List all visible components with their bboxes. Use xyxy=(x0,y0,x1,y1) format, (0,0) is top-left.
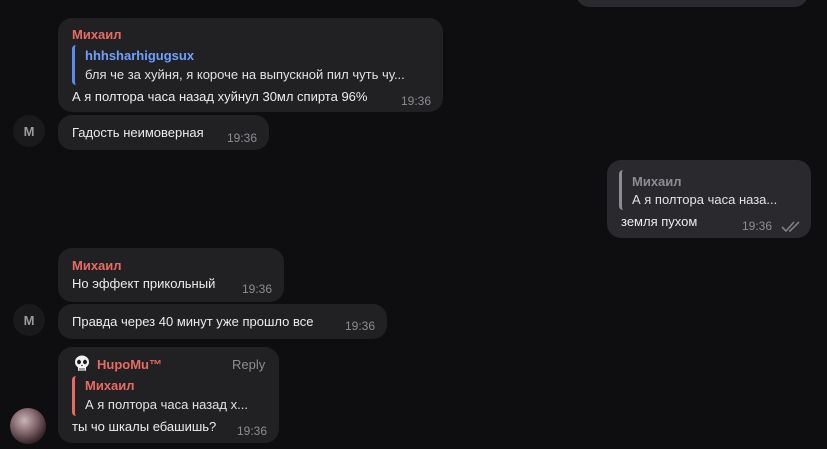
message-time: 19:36 xyxy=(401,94,432,108)
reply-quote[interactable]: Михаил А я полтора часа наза... xyxy=(619,170,799,210)
avatar[interactable]: M xyxy=(13,304,45,336)
message-text: Гадость неимоверная xyxy=(72,125,204,140)
reply-quote-text: А я полтора часа назад х... xyxy=(85,397,248,412)
reply-button[interactable]: Reply xyxy=(232,357,265,372)
message-time: 19:36 xyxy=(237,424,268,438)
message-text: Но эффект прикольный xyxy=(72,276,216,291)
reply-quote-text: А я полтора часа наза... xyxy=(632,192,778,207)
reply-quote-text: бля че за хуйня, я короче на выпускной п… xyxy=(85,67,405,82)
message-bubble[interactable]: HupoMu™ Reply Михаил А я полтора часа на… xyxy=(58,347,279,443)
reply-quote-name: hhhsharhigugsux xyxy=(85,48,195,63)
message-text: Правда через 40 минут уже прошло все xyxy=(72,314,314,329)
message-bubble[interactable]: Правда через 40 минут уже прошло все 19:… xyxy=(58,304,387,339)
user-avatar-photo[interactable] xyxy=(10,408,46,444)
message-time: 19:36 xyxy=(742,219,773,233)
skull-icon xyxy=(75,355,89,371)
message-bubble[interactable]: Гадость неимоверная 19:36 xyxy=(58,115,269,150)
reply-quote-name: Михаил xyxy=(85,378,135,393)
message-time: 19:36 xyxy=(345,319,376,333)
avatar[interactable]: M xyxy=(13,115,45,147)
double-check-icon xyxy=(781,221,800,232)
sender-name[interactable]: Михаил xyxy=(72,258,122,273)
sender-name[interactable]: HupoMu™ xyxy=(97,357,162,372)
message-bubble[interactable]: Михаил hhhsharhigugsux бля че за хуйня, … xyxy=(58,18,443,112)
message-text: земля пухом xyxy=(621,214,698,229)
message-time: 19:36 xyxy=(242,282,273,296)
message-bubble-partial xyxy=(576,0,808,7)
message-bubble[interactable]: Михаил Но эффект прикольный 19:36 xyxy=(58,248,284,302)
reply-quote[interactable]: Михаил А я полтора часа назад х... xyxy=(72,376,268,416)
reply-quote[interactable]: hhhsharhigugsux бля че за хуйня, я короч… xyxy=(72,45,430,85)
message-time: 19:36 xyxy=(227,131,258,145)
message-bubble-outgoing[interactable]: Михаил А я полтора часа наза... земля пу… xyxy=(607,160,811,238)
message-text: ты чо шкалы ебашишь? xyxy=(72,419,217,434)
message-text: А я полтора часа назад хуйнул 30мл спирт… xyxy=(72,89,368,104)
sender-name[interactable]: Михаил xyxy=(72,27,122,42)
reply-quote-name: Михаил xyxy=(632,174,682,189)
